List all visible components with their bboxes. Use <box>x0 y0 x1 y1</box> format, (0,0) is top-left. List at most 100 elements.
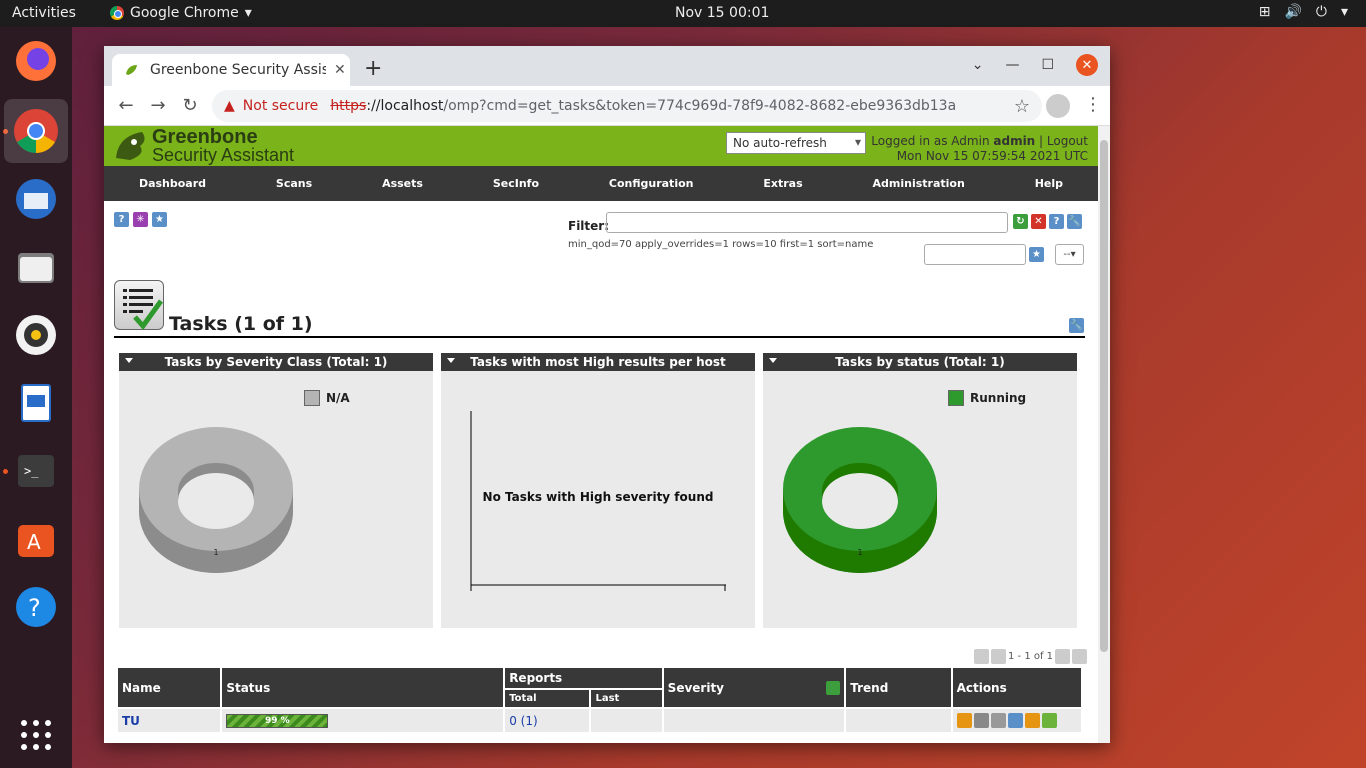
collapse-triangle-icon[interactable] <box>125 358 133 363</box>
tab-search-icon[interactable]: ⌄ <box>972 57 984 73</box>
reload-button[interactable]: ↻ <box>174 95 206 116</box>
severity-donut-chart: 1 <box>139 427 293 573</box>
high-results-chart-header[interactable]: Tasks with most High results per host <box>441 353 755 371</box>
task-progress-bar[interactable]: 99 % <box>226 713 329 728</box>
task-trend-cell <box>844 707 953 734</box>
show-apps-icon[interactable] <box>12 711 60 759</box>
status-donut-chart: 1 <box>783 427 937 573</box>
edit-wrench-icon[interactable] <box>1007 713 1023 728</box>
clock[interactable]: Nov 15 00:01 <box>675 5 769 21</box>
clone-icon[interactable] <box>1024 713 1040 728</box>
nav-help[interactable]: Help <box>1035 177 1063 190</box>
task-name-link[interactable]: TU <box>122 714 140 728</box>
chrome-menu-icon[interactable]: ⋮ <box>1084 94 1102 115</box>
chrome-dock-icon[interactable] <box>4 99 68 163</box>
refresh-filter-icon[interactable]: ↻ <box>1013 214 1028 229</box>
tab-title: Greenbone Security Assist <box>150 62 326 78</box>
col-status[interactable]: Status <box>220 666 506 709</box>
pagination: 1 - 1 of 1 <box>974 649 1088 664</box>
rhythmbox-icon[interactable] <box>12 311 60 359</box>
col-name[interactable]: Name <box>115 666 223 709</box>
collapse-triangle-icon[interactable] <box>447 358 455 363</box>
filter-help-icon[interactable]: ? <box>1049 214 1064 229</box>
last-page-icon[interactable] <box>1072 649 1088 664</box>
resume-icon[interactable] <box>973 713 989 728</box>
save-filter-star-icon[interactable]: ★ <box>1029 247 1044 262</box>
export-icon[interactable] <box>1041 713 1057 728</box>
writer-icon[interactable] <box>12 379 60 427</box>
severity-chart-header[interactable]: Tasks by Severity Class (Total: 1) <box>119 353 433 371</box>
col-reports-last[interactable]: Last <box>589 688 664 709</box>
minimize-button[interactable]: — <box>1005 57 1019 73</box>
filter-select[interactable]: -- ▾ <box>1055 244 1084 265</box>
status-chart-header[interactable]: Tasks by status (Total: 1) <box>763 353 1077 371</box>
firefox-icon[interactable] <box>12 37 60 85</box>
close-tab-icon[interactable]: ✕ <box>334 62 346 78</box>
donut-hole <box>178 473 254 529</box>
nav-assets[interactable]: Assets <box>382 177 423 190</box>
auto-refresh-select[interactable]: No auto-refresh <box>726 132 866 154</box>
gsa-logo[interactable]: Greenbone Security Assistant <box>112 127 294 164</box>
filter-input[interactable] <box>606 212 1008 233</box>
nav-extras[interactable]: Extras <box>763 177 802 190</box>
next-page-icon[interactable] <box>1055 649 1071 664</box>
task-total-reports-link[interactable]: 0 (1) <box>509 714 537 728</box>
reset-filter-icon[interactable]: ✕ <box>1031 214 1046 229</box>
donut-hole <box>822 473 898 529</box>
new-tab-button[interactable]: + <box>364 56 382 81</box>
warning-icon: ▲ <box>224 98 235 114</box>
dashboard-edit-wrench-icon[interactable]: 🔧 <box>1069 318 1084 333</box>
page-scrollbar[interactable] <box>1098 126 1110 743</box>
nav-secinfo[interactable]: SecInfo <box>493 177 539 190</box>
wizard-icon[interactable]: ✳ <box>133 212 148 227</box>
window-controls: ⌄ — ☐ ✕ <box>972 54 1110 76</box>
trashcan-icon[interactable] <box>990 713 1006 728</box>
nav-dashboard[interactable]: Dashboard <box>139 177 206 190</box>
address-bar[interactable]: ▲ Not secure https://localhost/omp?cmd=g… <box>212 90 1042 122</box>
terminal-icon[interactable]: >_ <box>12 447 60 495</box>
username-link[interactable]: admin <box>993 134 1035 148</box>
col-trend[interactable]: Trend <box>844 666 953 709</box>
status-chart-panel: Tasks by status (Total: 1) Running 1 <box>763 353 1077 628</box>
system-tray[interactable]: ⊞ 🔊 ⏻ ▾ <box>1259 4 1348 20</box>
pagination-text: 1 - 1 of 1 <box>1008 651 1054 662</box>
previous-page-icon[interactable] <box>991 649 1006 664</box>
chevron-down-icon: ▾ <box>244 5 252 21</box>
forward-button[interactable]: → <box>142 95 174 116</box>
edit-filter-wrench-icon[interactable]: 🔧 <box>1067 214 1082 229</box>
back-button[interactable]: ← <box>110 95 142 116</box>
col-severity[interactable]: Severity <box>661 666 847 709</box>
nav-configuration[interactable]: Configuration <box>609 177 694 190</box>
help-icon[interactable]: ? <box>12 583 60 631</box>
close-window-button[interactable]: ✕ <box>1076 54 1098 76</box>
filter-name-input[interactable] <box>924 244 1026 265</box>
task-status-cell: 99 % <box>220 707 506 734</box>
app-menu[interactable]: Google Chrome ▾ <box>110 5 252 21</box>
logout-link[interactable]: Logout <box>1047 134 1088 148</box>
tasks-icon <box>114 280 164 330</box>
main-navigation: Dashboard Scans Assets SecInfo Configura… <box>104 166 1098 201</box>
profile-avatar[interactable] <box>1046 94 1070 118</box>
thunderbird-icon[interactable] <box>12 175 60 223</box>
nav-scans[interactable]: Scans <box>276 177 312 190</box>
scrollbar-thumb[interactable] <box>1100 140 1108 652</box>
software-icon[interactable]: A <box>12 515 60 563</box>
help-icon[interactable]: ? <box>114 212 129 227</box>
stop-icon[interactable] <box>956 713 972 728</box>
first-page-icon[interactable] <box>974 649 989 664</box>
new-task-star-icon[interactable]: ★ <box>152 212 167 227</box>
activities-button[interactable]: Activities <box>12 5 76 21</box>
maximize-button[interactable]: ☐ <box>1041 57 1054 73</box>
browser-tab[interactable]: Greenbone Security Assist ✕ <box>112 54 350 86</box>
severity-overrides-icon[interactable] <box>826 680 841 695</box>
col-reports-total[interactable]: Total <box>503 688 592 709</box>
severity-chart-panel: Tasks by Severity Class (Total: 1) N/A 1 <box>119 353 433 628</box>
gsa-header: Greenbone Security Assistant No auto-ref… <box>104 126 1098 166</box>
url-scheme: https <box>330 98 367 114</box>
collapse-triangle-icon[interactable] <box>769 358 777 363</box>
files-icon[interactable] <box>12 243 60 291</box>
browser-window: Greenbone Security Assist ✕ + ⌄ — ☐ ✕ ← … <box>104 46 1110 743</box>
nav-administration[interactable]: Administration <box>873 177 965 190</box>
bookmark-star-icon[interactable]: ☆ <box>1014 96 1030 117</box>
svg-text:A: A <box>27 530 41 554</box>
